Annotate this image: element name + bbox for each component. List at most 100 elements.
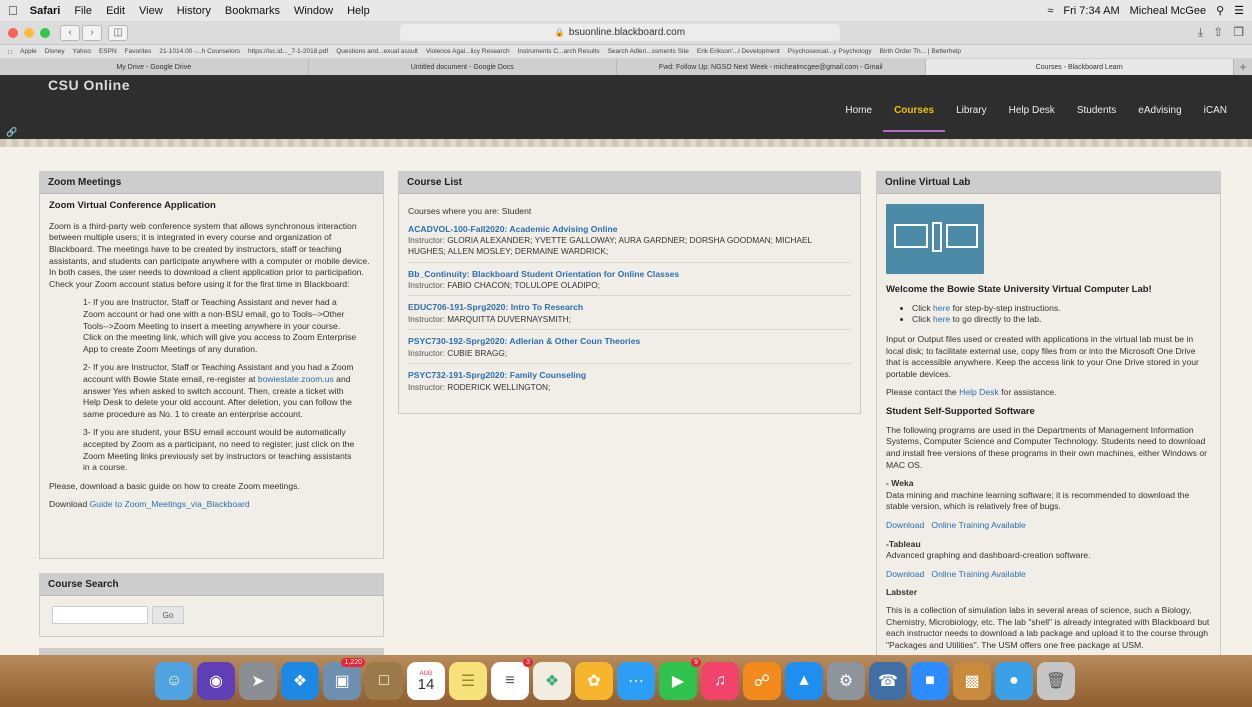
menu-history[interactable]: History [177,5,211,17]
weka-title: - Weka [886,478,914,489]
tabs-overview-icon[interactable]: ❐ [1233,25,1244,40]
zoom-guide-link[interactable]: Guide to Zoom_Meetings_via_Blackboard [90,499,250,509]
lab-links-list: Click here for step-by-step instructions… [886,303,1211,326]
safari-icon[interactable]: ❖ [281,662,319,700]
notification-center-icon[interactable]: ☰ [1234,4,1244,17]
zoom-guide-note: Please, download a basic guide on how to… [49,480,300,491]
bookmark-item[interactable]: Questions and...exual assult [336,48,418,55]
menu-file[interactable]: File [74,5,92,17]
course-link[interactable]: EDUC706-191-Sprg2020: Intro To Research [408,302,851,314]
weka-download-link[interactable]: Download [886,520,924,530]
site-logo[interactable]: CSU Online [48,77,130,93]
finder-icon[interactable]: ☺ [155,662,193,700]
menu-edit[interactable]: Edit [106,5,125,17]
course-link[interactable]: PSYC730-192-Sprg2020: Adlerian & Other C… [408,336,851,348]
bookmark-item[interactable]: Disney [45,48,65,55]
books-icon[interactable]: ☍ [743,662,781,700]
itunes-icon[interactable]: ♫ [701,662,739,700]
weka-training-link[interactable]: Online Training Available [931,520,1025,530]
bookmark-item[interactable]: Psychosexual...y Psychology [788,48,872,55]
menu-bookmarks[interactable]: Bookmarks [225,5,280,17]
menu-app-name[interactable]: Safari [30,5,61,17]
course-link[interactable]: ACADVOL-100-Fall2020: Academic Advising … [408,224,851,236]
nav-ican[interactable]: iCAN [1193,103,1238,132]
apple-icon[interactable]:  [8,3,18,18]
instructions-link[interactable]: here [933,303,950,313]
tab-blackboard[interactable]: Courses - Blackboard Learn [925,59,1234,75]
reminders-icon[interactable]: ≡ 3 [491,658,533,700]
photos-app-icon[interactable]: ✿ [575,662,613,700]
bookmark-item[interactable]: Apple [20,48,37,55]
close-window-button[interactable] [8,27,18,38]
wifi-icon[interactable]: ≈ [1047,5,1053,17]
module-body: Welcome the Bowie State University Virtu… [877,194,1220,656]
nav-courses[interactable]: Courses [883,103,946,132]
messages-icon[interactable]: ⋯ [617,662,655,700]
trash-icon[interactable]: 🗑 [1037,662,1075,700]
facetime-icon[interactable]: ▶ 9 [659,658,701,700]
sidebar-button[interactable]: ◫ [108,24,128,41]
photos-icon[interactable]: ▣ 1,220 [323,658,365,700]
tableau-training-link[interactable]: Online Training Available [931,569,1025,579]
bookmark-item[interactable]: Yahoo [73,48,91,55]
minimize-window-button[interactable] [24,27,34,38]
contacts-icon[interactable]: □ [365,662,403,700]
search-go-button[interactable]: Go [152,606,184,624]
zoom-icon[interactable]: ■ [911,662,949,700]
address-bar[interactable]: 🔒 bsuonline.blackboard.com [400,24,840,41]
bookmark-item[interactable]: 21-1014.00 -...h Counselors [159,48,240,55]
siri-icon[interactable]: ◉ [197,662,235,700]
course-link[interactable]: PSYC732-191-Sprg2020: Family Counseling [408,370,851,382]
app-store-icon[interactable]: ▲ [785,662,823,700]
bowiestate-zoom-link[interactable]: bowiestate.zoom.us [258,374,334,384]
box-icon[interactable]: ▩ [953,662,991,700]
menu-window[interactable]: Window [294,5,333,17]
menu-view[interactable]: View [139,5,163,17]
course-instructors: Instructor: GLORIA ALEXANDER; YVETTE GAL… [408,235,851,257]
tab-google-drive[interactable]: My Drive - Google Drive [0,59,309,75]
menu-clock[interactable]: Fri 7:34 AM [1063,5,1119,17]
calendar-icon[interactable]: AUG 14 [407,662,445,700]
system-preferences-icon[interactable]: ⚙ [827,662,865,700]
nav-eadvising[interactable]: eAdvising [1127,103,1192,132]
nav-students[interactable]: Students [1066,103,1127,132]
bookmarks-grid-icon[interactable]: ∷ [8,48,12,56]
weka-links: Download Online Training Available [886,520,1211,532]
nav-help-desk[interactable]: Help Desk [998,103,1066,132]
download-icon[interactable]: ⤓ [1198,25,1203,40]
bookmark-item[interactable]: Birth Order Th... | Betterhelp [880,48,961,55]
bookmark-item[interactable]: Search Adleri...ssments Site [608,48,689,55]
new-tab-button[interactable]: + [1234,59,1252,75]
back-button[interactable]: ‹ [60,24,80,41]
forward-button[interactable]: › [82,24,102,41]
bookmark-item[interactable]: Favorites [125,48,152,55]
tab-gmail[interactable]: Fwd: Follow Up: NGSO Next Week - micheal… [617,59,926,75]
zoom-phone-icon[interactable]: ☎ [869,662,907,700]
spotlight-icon[interactable]: ⚲ [1216,4,1224,17]
bookmark-item[interactable]: https://isc.id..._7-1-2018.pdf [248,48,328,55]
course-link[interactable]: Bb_Continuity: Blackboard Student Orient… [408,269,851,281]
tableau-download-link[interactable]: Download [886,569,924,579]
link-icon[interactable]: 🔗 [6,127,17,138]
course-search-module: Course Search Go [39,573,384,637]
bookmark-item[interactable]: Violence Agai...licy Research [426,48,510,55]
nav-library[interactable]: Library [945,103,998,132]
menu-help[interactable]: Help [347,5,370,17]
zoom-window-button[interactable] [40,27,50,38]
nav-home[interactable]: Home [834,103,883,132]
tab-google-docs[interactable]: Untitled document - Google Docs [309,59,617,75]
maps-icon[interactable]: ❖ [533,662,571,700]
bookmark-item[interactable]: Erik Erikson'...l Development [697,48,780,55]
course-search-input[interactable] [52,606,148,624]
bookmarks-bar: ∷ Apple Disney Yahoo ESPN Favorites 21-1… [0,45,1252,59]
help-desk-link[interactable]: Help Desk [959,387,999,397]
downloads-icon[interactable]: ● [995,662,1033,700]
go-to-lab-link[interactable]: here [933,314,950,324]
sss-text: The following programs are used in the D… [886,424,1207,470]
launchpad-icon[interactable]: ➤ [239,662,277,700]
share-icon[interactable]: ⇧ [1213,25,1223,40]
menu-user[interactable]: Micheal McGee [1130,5,1206,17]
notes-icon[interactable]: ☰ [449,662,487,700]
bookmark-item[interactable]: ESPN [99,48,117,55]
bookmark-item[interactable]: Instruments C...arch Results [518,48,600,55]
